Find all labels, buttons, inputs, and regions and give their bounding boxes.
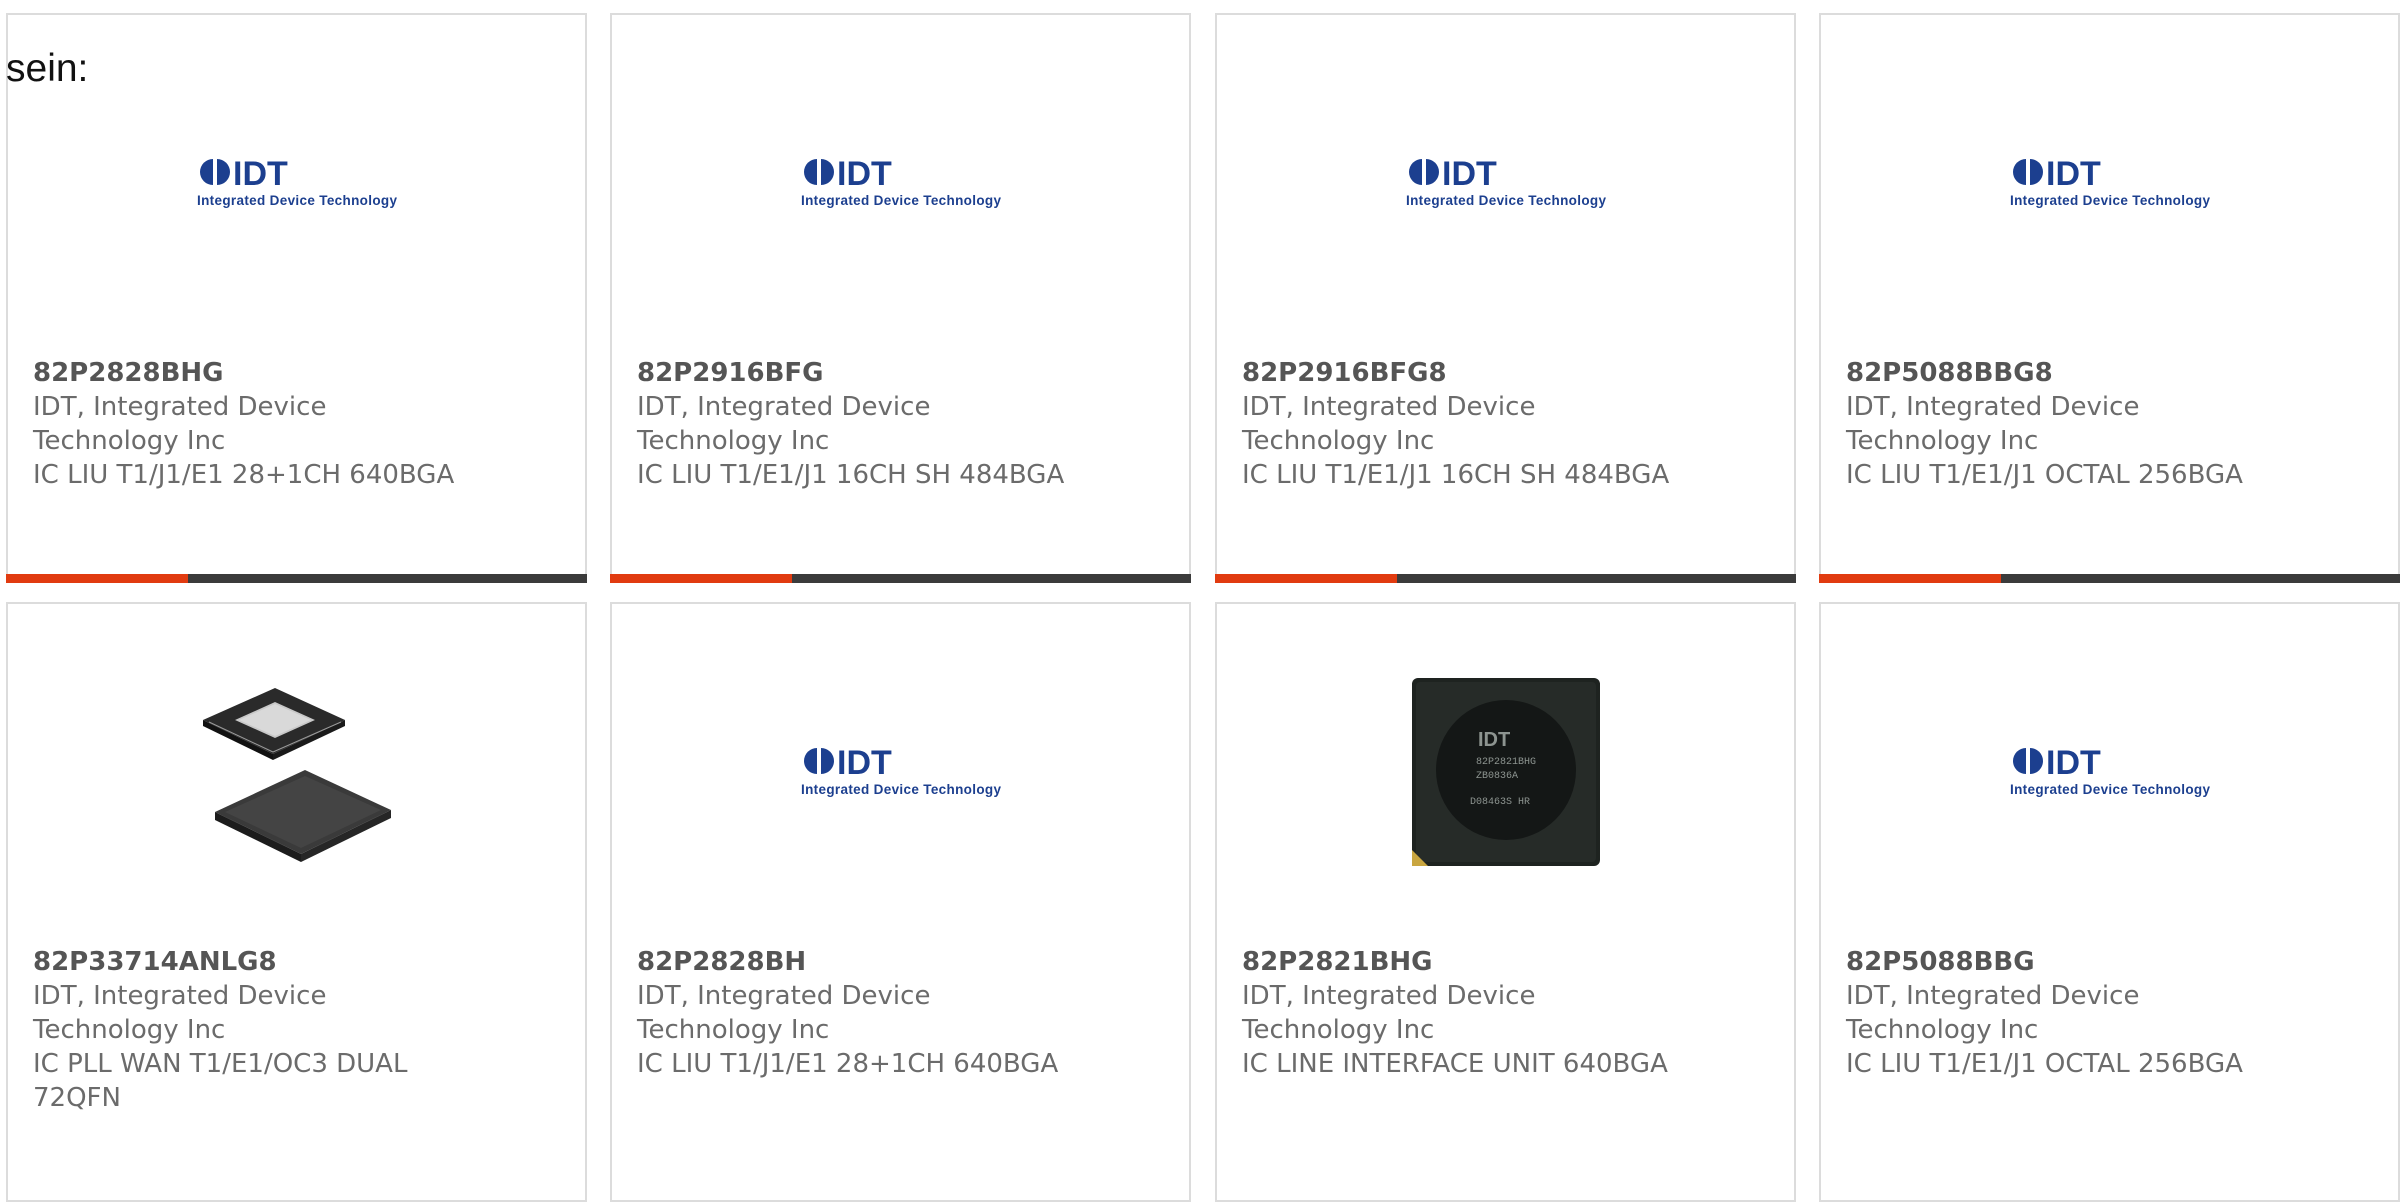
- manufacturer-line: IDT, Integrated Device: [33, 392, 327, 422]
- product-info: 82P2916BFG8 IDT, Integrated Device Techn…: [1242, 356, 1694, 492]
- manufacturer-line: Technology Inc: [1242, 426, 1435, 456]
- manufacturer-line: Technology Inc: [1846, 1015, 2039, 1045]
- product-description: IC PLL WAN T1/E1/OC3 DUAL 72QFN: [33, 1049, 408, 1113]
- manufacturer-line: Technology Inc: [33, 1015, 226, 1045]
- idt-logo-icon: IDT Integrated Device Technology: [799, 742, 1003, 802]
- product-info: 82P33714ANLG8 IDT, Integrated Device Tec…: [33, 945, 485, 1115]
- product-description: IC LINE INTERFACE UNIT 640BGA: [1242, 1049, 1668, 1079]
- chip-marking-line: 82P2821BHG: [1476, 757, 1536, 768]
- product-description: IC LIU T1/E1/J1 OCTAL 256BGA: [1846, 460, 2243, 490]
- logo-mark: IDT: [837, 155, 892, 193]
- product-card[interactable]: IDT 82P2821BHG ZB0836A D08463S HR 82P282…: [1215, 602, 1796, 1202]
- product-info: 82P2828BHG IDT, Integrated Device Techno…: [33, 356, 485, 492]
- manufacturer-line: IDT, Integrated Device: [1242, 392, 1536, 422]
- product-description: IC LIU T1/J1/E1 28+1CH 640BGA: [637, 1049, 1059, 1079]
- product-description: IC LIU T1/J1/E1 28+1CH 640BGA: [33, 460, 455, 490]
- logo-mark: IDT: [2046, 155, 2101, 193]
- product-info: 82P2916BFG IDT, Integrated Device Techno…: [637, 356, 1089, 492]
- product-info: 82P2828BH IDT, Integrated Device Technol…: [637, 945, 1089, 1081]
- manufacturer-line: IDT, Integrated Device: [1846, 392, 2140, 422]
- product-card[interactable]: IDT Integrated Device Technology 82P2916…: [1215, 13, 1796, 583]
- qfn-chip-icon: [202, 688, 391, 862]
- product-description: IC LIU T1/E1/J1 16CH SH 484BGA: [1242, 460, 1670, 490]
- product-image[interactable]: IDT Integrated Device Technology: [2008, 81, 2212, 285]
- part-number[interactable]: 82P2916BFG8: [1242, 356, 1694, 390]
- product-card[interactable]: IDT Integrated Device Technology 82P5088…: [1819, 602, 2400, 1202]
- logo-mark: IDT: [233, 155, 288, 193]
- idt-logo-icon: IDT Integrated Device Technology: [1404, 153, 1608, 213]
- product-image[interactable]: IDT Integrated Device Technology: [195, 81, 399, 285]
- product-card[interactable]: IDT Integrated Device Technology 82P2828…: [6, 13, 587, 583]
- card-accent-bar: [6, 574, 587, 583]
- manufacturer-line: Technology Inc: [1242, 1015, 1435, 1045]
- idt-logo-icon: IDT Integrated Device Technology: [195, 153, 399, 213]
- manufacturer-line: Technology Inc: [33, 426, 226, 456]
- product-info: 82P5088BBG IDT, Integrated Device Techno…: [1846, 945, 2298, 1081]
- card-accent-bar: [1215, 574, 1796, 583]
- logo-tagline: Integrated Device Technology: [197, 193, 397, 208]
- product-card[interactable]: IDT Integrated Device Technology 82P2916…: [610, 13, 1191, 583]
- logo-tagline: Integrated Device Technology: [801, 193, 1001, 208]
- product-card[interactable]: IDT Integrated Device Technology 82P2828…: [610, 602, 1191, 1202]
- idt-logo-icon: IDT Integrated Device Technology: [799, 153, 1003, 213]
- part-number[interactable]: 82P2821BHG: [1242, 945, 1694, 979]
- part-number[interactable]: 82P33714ANLG8: [33, 945, 485, 979]
- product-info: 82P5088BBG8 IDT, Integrated Device Techn…: [1846, 356, 2298, 492]
- manufacturer-line: Technology Inc: [637, 1015, 830, 1045]
- logo-tagline: Integrated Device Technology: [2010, 782, 2210, 797]
- product-description: IC LIU T1/E1/J1 16CH SH 484BGA: [637, 460, 1065, 490]
- product-image[interactable]: IDT Integrated Device Technology: [2008, 670, 2212, 874]
- intro-text: sein:: [6, 47, 89, 90]
- product-image[interactable]: IDT 82P2821BHG ZB0836A D08463S HR: [1404, 670, 1608, 874]
- product-image[interactable]: IDT Integrated Device Technology: [1404, 81, 1608, 285]
- chip-marking-brand: IDT: [1478, 729, 1510, 751]
- accent-segment: [610, 574, 792, 583]
- logo-mark: IDT: [837, 744, 892, 782]
- card-accent-bar: [1819, 574, 2400, 583]
- accent-segment: [1215, 574, 1397, 583]
- manufacturer-line: IDT, Integrated Device: [637, 981, 931, 1011]
- logo-tagline: Integrated Device Technology: [1406, 193, 1606, 208]
- product-info: 82P2821BHG IDT, Integrated Device Techno…: [1242, 945, 1694, 1081]
- part-number[interactable]: 82P5088BBG: [1846, 945, 2298, 979]
- part-number[interactable]: 82P5088BBG8: [1846, 356, 2298, 390]
- manufacturer-line: IDT, Integrated Device: [1242, 981, 1536, 1011]
- part-number[interactable]: 82P2828BHG: [33, 356, 485, 390]
- product-description: IC LIU T1/E1/J1 OCTAL 256BGA: [1846, 1049, 2243, 1079]
- chip-marking-line: ZB0836A: [1476, 771, 1518, 782]
- logo-mark: IDT: [1442, 155, 1497, 193]
- idt-logo-icon: IDT Integrated Device Technology: [2008, 153, 2212, 213]
- logo-tagline: Integrated Device Technology: [2010, 193, 2210, 208]
- chip-marking-line: D08463S HR: [1470, 797, 1530, 808]
- manufacturer-line: IDT, Integrated Device: [637, 392, 931, 422]
- manufacturer-line: Technology Inc: [637, 426, 830, 456]
- bga-chip-icon: IDT 82P2821BHG ZB0836A D08463S HR: [1411, 678, 1600, 866]
- part-number[interactable]: 82P2828BH: [637, 945, 1089, 979]
- manufacturer-line: IDT, Integrated Device: [1846, 981, 2140, 1011]
- product-card[interactable]: IDT Integrated Device Technology 82P5088…: [1819, 13, 2400, 583]
- accent-segment: [6, 574, 188, 583]
- idt-logo-icon: IDT Integrated Device Technology: [2008, 742, 2212, 802]
- card-accent-bar: [610, 574, 1191, 583]
- product-card[interactable]: 82P33714ANLG8 IDT, Integrated Device Tec…: [6, 602, 587, 1202]
- logo-mark: IDT: [2046, 744, 2101, 782]
- logo-tagline: Integrated Device Technology: [801, 782, 1001, 797]
- accent-segment: [1819, 574, 2001, 583]
- product-image[interactable]: [195, 670, 399, 874]
- manufacturer-line: Technology Inc: [1846, 426, 2039, 456]
- product-image[interactable]: IDT Integrated Device Technology: [799, 81, 1003, 285]
- manufacturer-line: IDT, Integrated Device: [33, 981, 327, 1011]
- product-image[interactable]: IDT Integrated Device Technology: [799, 670, 1003, 874]
- part-number[interactable]: 82P2916BFG: [637, 356, 1089, 390]
